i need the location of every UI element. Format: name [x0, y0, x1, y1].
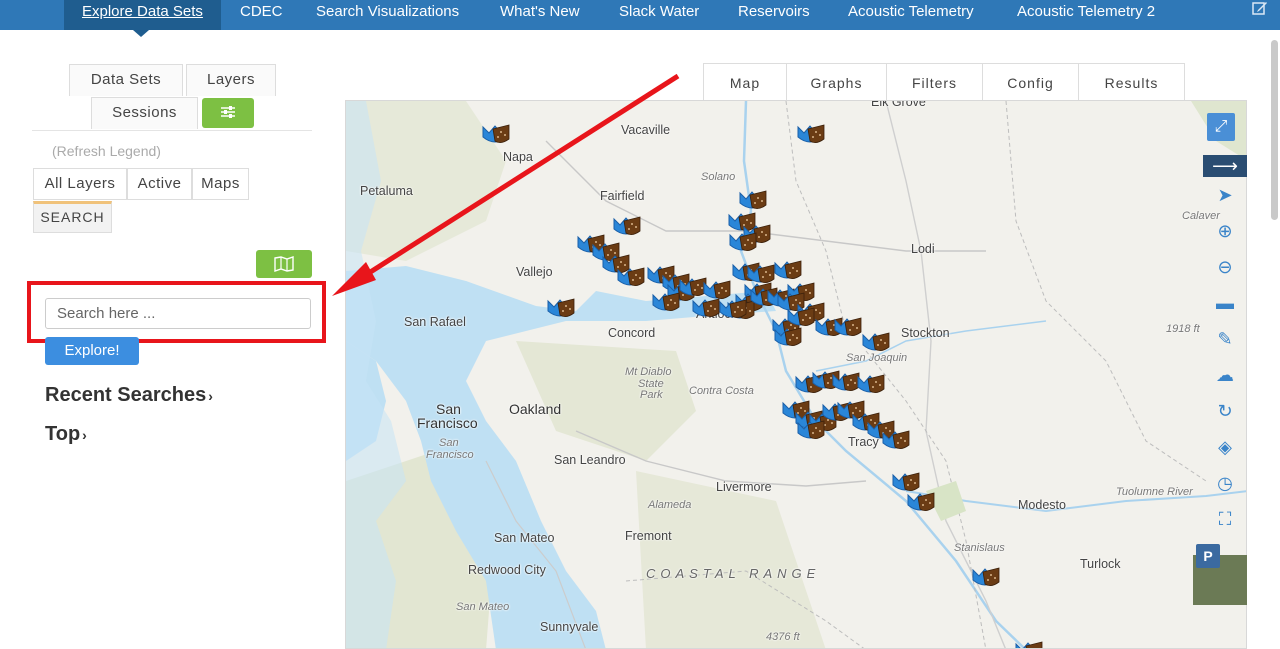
tab-active[interactable]: Active — [127, 168, 192, 200]
explore-button[interactable]: Explore! — [45, 337, 139, 365]
place-label: Stockton — [901, 326, 950, 340]
map-view-button[interactable] — [256, 250, 312, 278]
place-label: San Rafael — [404, 315, 466, 329]
top-label: Top — [45, 423, 81, 445]
chevron-right-icon: › — [82, 427, 87, 443]
tab-all-layers[interactable]: All Layers — [33, 168, 127, 200]
layers-icon[interactable]: ◈ — [1203, 432, 1247, 462]
tab-data-sets[interactable]: Data Sets — [69, 64, 183, 96]
place-label: Turlock — [1080, 557, 1121, 571]
tab-maps[interactable]: Maps — [192, 168, 249, 200]
fullscreen-icon[interactable]: ⛶ — [1203, 504, 1247, 534]
recent-searches-link[interactable]: Recent Searches › — [45, 384, 213, 407]
place-label: San Leandro — [554, 453, 626, 467]
pencil-icon[interactable]: ✎ — [1203, 324, 1247, 354]
station-marker-icon[interactable] — [906, 491, 936, 513]
station-marker-icon[interactable] — [773, 326, 803, 348]
recent-searches-label: Recent Searches — [45, 384, 207, 406]
place-label: Elk Grove — [871, 100, 926, 109]
place-label: Stanislaus — [954, 542, 1005, 554]
nav-explore-data-sets[interactable]: Explore Data Sets — [64, 0, 221, 30]
place-label: Redwood City — [468, 563, 546, 577]
parking-badge[interactable]: P — [1196, 544, 1220, 568]
tab-map[interactable]: Map — [703, 63, 787, 101]
station-marker-icon[interactable] — [773, 259, 803, 281]
place-label: San Mateo — [456, 601, 510, 613]
place-label: Fremont — [625, 529, 672, 543]
station-marker-icon[interactable] — [856, 373, 886, 395]
top-link[interactable]: Top › — [45, 423, 87, 446]
place-label: Park — [640, 389, 663, 401]
place-label: 4376 ft — [766, 631, 800, 643]
search-input[interactable] — [45, 298, 311, 329]
edit-icon[interactable] — [1252, 0, 1268, 19]
place-label: San Joaquin — [846, 352, 908, 364]
nav-cdec[interactable]: CDEC — [240, 0, 283, 30]
station-marker-icon[interactable] — [796, 123, 826, 145]
clock-icon[interactable]: ◷ — [1203, 468, 1247, 498]
pointer-icon[interactable]: ➤ — [1203, 180, 1247, 210]
annotation-arrow — [332, 73, 680, 296]
upload-cloud-icon[interactable]: ☁ — [1203, 360, 1247, 390]
station-marker-icon[interactable] — [891, 471, 921, 493]
zoom-out-icon[interactable]: ⊖ — [1203, 252, 1247, 282]
place-label: Lodi — [911, 242, 935, 256]
tab-results[interactable]: Results — [1078, 63, 1185, 101]
station-marker-icon[interactable] — [796, 419, 826, 441]
station-marker-icon[interactable] — [833, 316, 863, 338]
expand-icon[interactable]: ⤢ — [1207, 113, 1235, 141]
refresh-legend-link[interactable]: (Refresh Legend) — [52, 143, 161, 159]
place-label: Tuolumne River — [1116, 486, 1193, 498]
tab-config[interactable]: Config — [982, 63, 1079, 101]
place-label: Francisco — [417, 415, 478, 431]
page-scrollbar[interactable] — [1271, 40, 1278, 220]
station-marker-icon[interactable] — [691, 297, 721, 319]
station-marker-icon[interactable] — [738, 189, 768, 211]
tab-layers[interactable]: Layers — [186, 64, 276, 96]
station-marker-icon[interactable] — [718, 298, 748, 320]
map-icon — [274, 256, 294, 272]
station-marker-icon[interactable] — [728, 231, 758, 253]
top-navigation: Explore Data Sets CDEC Search Visualizat… — [0, 0, 1280, 37]
station-marker-icon[interactable] — [861, 331, 891, 353]
tab-graphs[interactable]: Graphs — [786, 63, 887, 101]
sliders-icon — [221, 106, 235, 118]
place-label: Oakland — [509, 401, 562, 417]
ruler-icon[interactable]: ▬ — [1203, 288, 1247, 318]
place-label: Livermore — [716, 480, 772, 494]
nav-slack-water[interactable]: Slack Water — [619, 0, 699, 30]
zoom-in-icon[interactable]: ⊕ — [1203, 216, 1247, 246]
place-label: Francisco — [426, 449, 474, 461]
nav-search-visualizations[interactable]: Search Visualizations — [316, 0, 459, 30]
station-marker-icon[interactable] — [1014, 640, 1044, 649]
chevron-right-icon: › — [208, 388, 213, 404]
tab-filters[interactable]: Filters — [886, 63, 983, 101]
nav-acoustic-telemetry-2[interactable]: Acoustic Telemetry 2 — [1017, 0, 1155, 30]
settings-button[interactable] — [202, 98, 254, 128]
arrow-right-icon[interactable]: ⟶ — [1203, 155, 1247, 177]
station-marker-icon[interactable] — [881, 429, 911, 451]
place-label: Concord — [608, 326, 656, 340]
place-label: Mt Diablo — [625, 366, 672, 378]
nav-acoustic-telemetry[interactable]: Acoustic Telemetry — [848, 0, 974, 30]
place-label: San Mateo — [494, 531, 555, 545]
nav-whats-new[interactable]: What's New — [500, 0, 580, 30]
place-label: COASTAL RANGE — [646, 566, 821, 581]
tab-sessions[interactable]: Sessions — [91, 97, 198, 129]
place-label: Modesto — [1018, 498, 1066, 512]
nav-reservoirs[interactable]: Reservoirs — [738, 0, 810, 30]
place-label: Solano — [701, 171, 736, 183]
tab-search[interactable]: SEARCH — [33, 201, 112, 233]
sidebar-divider — [32, 130, 312, 131]
place-label: San — [439, 437, 459, 449]
place-label: Sunnyvale — [540, 620, 599, 634]
refresh-icon[interactable]: ↻ — [1203, 396, 1247, 426]
active-tab-caret — [133, 30, 149, 37]
place-label: 1918 ft — [1166, 323, 1200, 335]
station-marker-icon[interactable] — [971, 566, 1001, 588]
station-marker-icon[interactable] — [786, 306, 816, 328]
place-label: Contra Costa — [689, 385, 754, 397]
place-label: Alameda — [648, 499, 692, 511]
